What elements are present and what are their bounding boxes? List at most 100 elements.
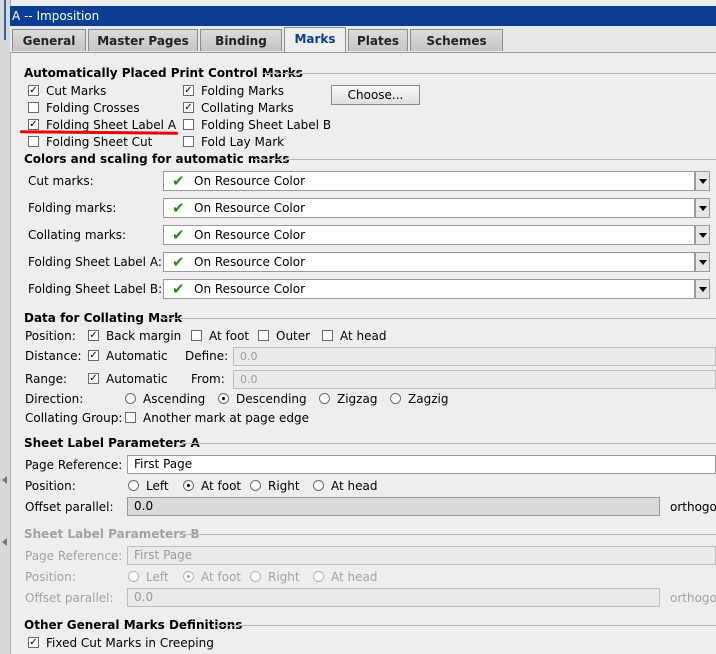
- check-icon: ✔: [172, 253, 185, 271]
- zagzig-radio[interactable]: [390, 393, 401, 404]
- colors-heading: Colors and scaling for automatic marks: [24, 152, 290, 166]
- chevron-down-icon[interactable]: [695, 198, 710, 218]
- zigzag-label: Zigzag: [337, 392, 378, 406]
- chevron-down-icon[interactable]: [695, 279, 710, 299]
- chevron-down-icon[interactable]: [695, 252, 710, 272]
- folding-sheet-label-b-checkbox[interactable]: [183, 119, 194, 130]
- folding-sheet-cut-checkbox[interactable]: [28, 136, 39, 147]
- range-automatic-label: Automatic: [106, 372, 168, 386]
- sheet-label-b-heading: Sheet Label Parameters B: [24, 527, 200, 541]
- sheet-label-b-color-select[interactable]: ✔ On Resource Color: [163, 279, 695, 299]
- at-head-b-radio[interactable]: [313, 571, 324, 582]
- collapse-arrow-icon[interactable]: [2, 476, 7, 484]
- orthogonal-a-label: orthogon: [670, 500, 716, 514]
- folding-marks-color-label: Folding marks:: [28, 201, 117, 215]
- tab-marks[interactable]: Marks: [284, 27, 346, 52]
- other-marks-heading: Other General Marks Definitions: [24, 618, 243, 632]
- fixed-cut-marks-checkbox[interactable]: ✓: [28, 637, 39, 648]
- cut-marks-checkbox[interactable]: ✓: [28, 85, 39, 96]
- zigzag-radio[interactable]: [319, 393, 330, 404]
- right-b-label: Right: [268, 570, 300, 584]
- folding-crosses-checkbox[interactable]: [28, 102, 39, 113]
- check-icon: ✔: [172, 199, 185, 217]
- folding-crosses-label: Folding Crosses: [46, 101, 140, 115]
- at-foot-b-radio[interactable]: [183, 571, 194, 582]
- tab-schemes[interactable]: Schemes: [410, 29, 503, 51]
- chevron-down-icon[interactable]: [695, 225, 710, 245]
- collating-position-label: Position:: [25, 329, 76, 343]
- tab-master-pages[interactable]: Master Pages: [88, 29, 198, 51]
- section-divider: [180, 443, 716, 444]
- back-margin-checkbox[interactable]: ✓: [88, 330, 99, 341]
- define-input[interactable]: 0.0: [233, 347, 716, 366]
- fold-lay-mark-label: Fold Lay Mark: [201, 135, 285, 149]
- collating-group-label: Collating Group:: [25, 411, 123, 425]
- folding-sheet-label-a-checkbox[interactable]: ✓: [28, 119, 39, 130]
- section-divider: [180, 534, 716, 535]
- right-a-label: Right: [268, 479, 300, 493]
- descending-radio[interactable]: [218, 393, 229, 404]
- chevron-down-icon[interactable]: [695, 171, 710, 191]
- right-a-radio[interactable]: [250, 480, 261, 491]
- at-head-a-label: At head: [331, 479, 378, 493]
- at-head-a-radio[interactable]: [313, 480, 324, 491]
- collating-marks-color-select[interactable]: ✔ On Resource Color: [163, 225, 695, 245]
- section-divider: [254, 159, 716, 160]
- check-icon: ✔: [172, 280, 185, 298]
- orthogonal-b-label: orthogon: [670, 591, 716, 605]
- window-title: A -- Imposition: [10, 6, 716, 26]
- offset-parallel-b-label: Offset parallel:: [25, 591, 114, 605]
- at-foot-a-radio[interactable]: [183, 480, 194, 491]
- choose-button[interactable]: Choose...: [331, 85, 420, 105]
- outer-checkbox[interactable]: [258, 330, 269, 341]
- check-icon: ✔: [172, 226, 185, 244]
- at-head-b-label: At head: [331, 570, 378, 584]
- folding-sheet-cut-label: Folding Sheet Cut: [46, 135, 153, 149]
- check-icon: ✔: [172, 172, 185, 190]
- offset-parallel-a-label: Offset parallel:: [25, 500, 114, 514]
- collapse-arrow-icon[interactable]: [2, 538, 7, 546]
- range-automatic-checkbox[interactable]: ✓: [88, 373, 99, 384]
- another-mark-checkbox[interactable]: [125, 412, 136, 423]
- back-margin-label: Back margin: [106, 329, 182, 343]
- define-label: Define:: [185, 349, 229, 363]
- folding-marks-checkbox[interactable]: ✓: [183, 85, 194, 96]
- folding-marks-color-select[interactable]: ✔ On Resource Color: [163, 198, 695, 218]
- cut-marks-color-label: Cut marks:: [28, 174, 94, 188]
- offset-parallel-a-input[interactable]: 0.0: [127, 497, 660, 516]
- tab-bar: General Master Pages Binding Marks Plate…: [10, 26, 716, 53]
- page-reference-b-select[interactable]: First Page: [127, 546, 716, 565]
- position-a-label: Position:: [25, 479, 76, 493]
- folding-marks-label: Folding Marks: [201, 84, 284, 98]
- cut-marks-color-select[interactable]: ✔ On Resource Color: [163, 171, 695, 191]
- offset-parallel-b-input[interactable]: 0.0: [127, 588, 660, 607]
- from-input[interactable]: 0.0: [233, 370, 716, 389]
- sheet-label-a-color-label: Folding Sheet Label A:: [28, 255, 162, 269]
- zagzig-label: Zagzig: [408, 392, 449, 406]
- collating-heading: Data for Collating Mark: [24, 311, 183, 325]
- fold-lay-mark-checkbox[interactable]: [183, 136, 194, 147]
- outer-label: Outer: [276, 329, 311, 343]
- tab-general[interactable]: General: [12, 29, 86, 51]
- left-b-radio[interactable]: [128, 571, 139, 582]
- collating-marks-checkbox[interactable]: ✓: [183, 102, 194, 113]
- sheet-label-a-color-select[interactable]: ✔ On Resource Color: [163, 252, 695, 272]
- section-divider: [212, 625, 716, 626]
- collating-marks-label: Collating Marks: [201, 101, 294, 115]
- left-b-label: Left: [146, 570, 169, 584]
- left-a-radio[interactable]: [128, 480, 139, 491]
- tab-binding[interactable]: Binding: [200, 29, 282, 51]
- ascending-label: Ascending: [143, 392, 206, 406]
- right-b-radio[interactable]: [250, 571, 261, 582]
- position-b-label: Position:: [25, 570, 76, 584]
- at-head-label: At head: [340, 329, 387, 343]
- at-foot-checkbox[interactable]: [191, 330, 202, 341]
- ascending-radio[interactable]: [125, 393, 136, 404]
- page-reference-a-select[interactable]: First Page: [127, 455, 716, 474]
- collating-marks-color-label: Collating marks:: [28, 228, 127, 242]
- page-reference-a-label: Page Reference:: [25, 458, 123, 472]
- tab-plates[interactable]: Plates: [348, 29, 408, 51]
- page-reference-b-label: Page Reference:: [25, 549, 123, 563]
- at-head-checkbox[interactable]: [322, 330, 333, 341]
- distance-automatic-checkbox[interactable]: ✓: [88, 350, 99, 361]
